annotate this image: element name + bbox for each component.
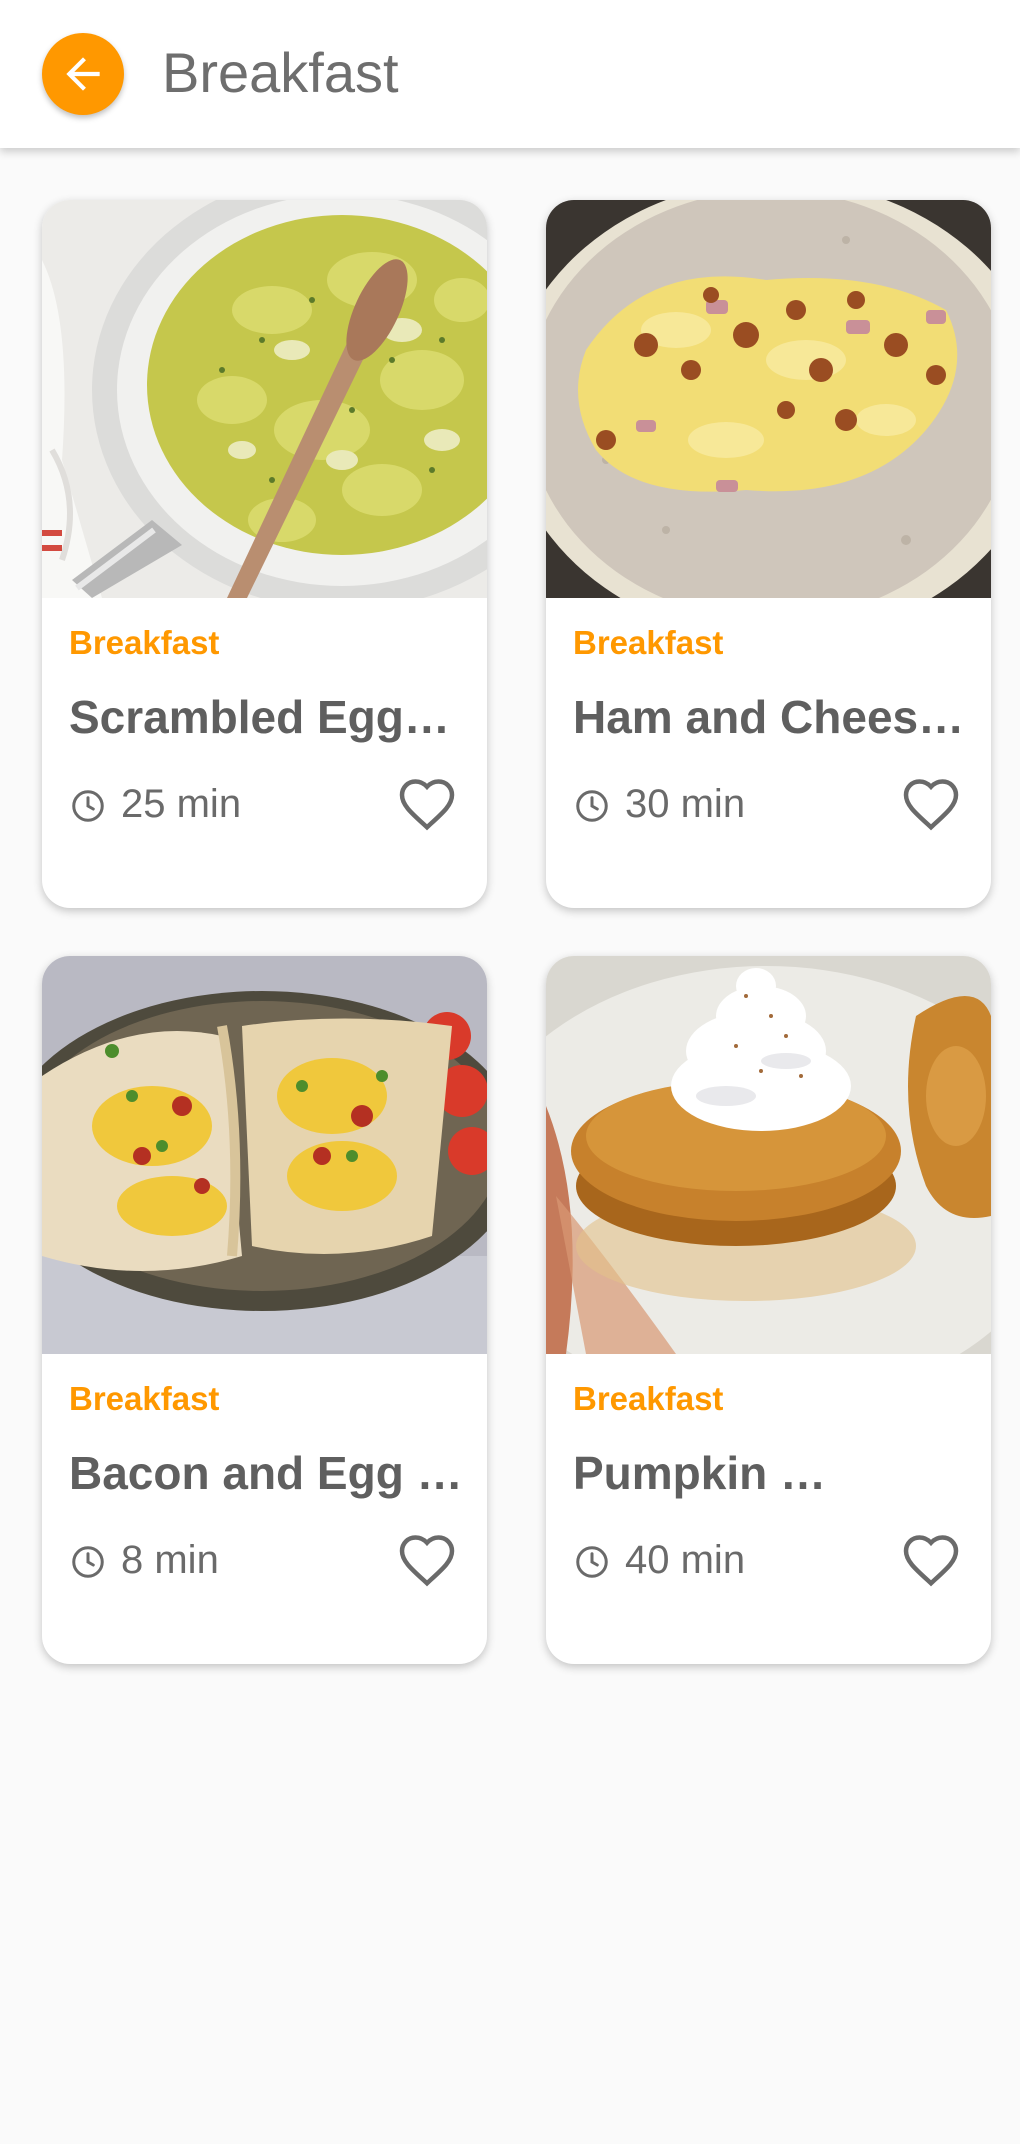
recipe-category: Breakfast: [69, 1380, 220, 1417]
recipe-card[interactable]: Breakfast Pumpkin … 40 min: [546, 956, 991, 1664]
recipe-title: Ham and Chees…: [573, 691, 965, 743]
page-title: Breakfast: [162, 41, 399, 104]
cook-time: 40 min: [625, 1538, 746, 1582]
recipe-image: [546, 200, 991, 598]
cook-time: 25 min: [121, 782, 242, 826]
app-bar: Breakfast: [0, 0, 1020, 148]
recipe-image: [42, 200, 487, 598]
recipe-card[interactable]: Breakfast Ham and Chees… 30 min: [546, 200, 991, 908]
recipe-image: [42, 956, 487, 1354]
recipe-title: Scrambled Egg…: [69, 691, 450, 743]
recipe-title: Bacon and Egg …: [69, 1447, 463, 1499]
heart-outline-icon[interactable]: [397, 776, 457, 832]
recipe-image: [546, 956, 991, 1354]
recipe-grid: Breakfast Scrambled Egg… 25 min Breakfas…: [0, 0, 1020, 2144]
heart-outline-icon[interactable]: [901, 1532, 961, 1588]
cook-time: 8 min: [121, 1538, 219, 1582]
recipe-card[interactable]: Breakfast Bacon and Egg … 8 min: [42, 956, 487, 1664]
heart-outline-icon[interactable]: [397, 1532, 457, 1588]
clock-icon: [576, 790, 608, 822]
heart-outline-icon[interactable]: [901, 776, 961, 832]
recipe-title: Pumpkin …: [573, 1447, 827, 1499]
recipe-category: Breakfast: [573, 624, 724, 661]
arrow-left-icon: [66, 57, 100, 91]
recipe-card[interactable]: Breakfast Scrambled Egg… 25 min: [42, 200, 487, 908]
cook-time: 30 min: [625, 782, 746, 826]
clock-icon: [576, 1546, 608, 1578]
recipe-category: Breakfast: [573, 1380, 724, 1417]
clock-icon: [72, 1546, 104, 1578]
clock-icon: [72, 790, 104, 822]
recipe-category: Breakfast: [69, 624, 220, 661]
back-button[interactable]: [42, 33, 124, 115]
